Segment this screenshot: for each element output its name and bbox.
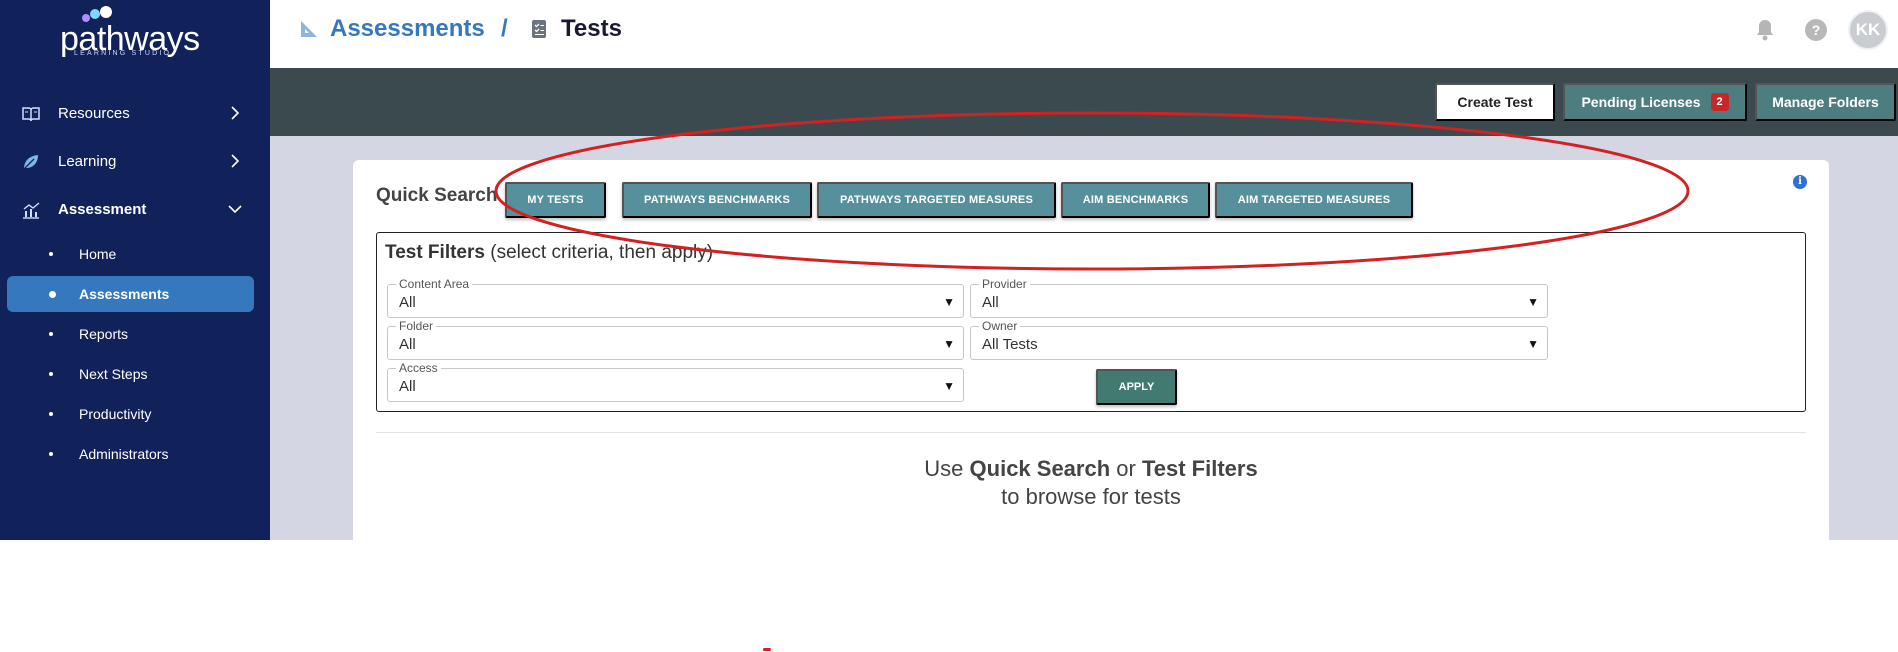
sidebar-subitem-label: Next Steps [79,366,148,382]
content-area-label: Content Area [396,277,473,291]
sidebar-subitem-reports[interactable]: Reports [0,316,270,352]
sidebar-item-resources[interactable]: Resources [0,93,270,133]
sidebar: pathways LEARNING STUDIO Resources Learn… [0,0,270,540]
bullet-icon [49,372,53,376]
manage-folders-button[interactable]: Manage Folders [1755,83,1896,121]
quick-search-pathways-targeted-measures[interactable]: PATHWAYS TARGETED MEASURES [817,182,1056,218]
manage-folders-label: Manage Folders [1772,94,1879,110]
test-filters-panel: Test Filters (select criteria, then appl… [376,232,1806,412]
owner-label: Owner [979,319,1021,333]
quick-search-my-tests[interactable]: MY TESTS [505,182,606,218]
provider-select[interactable]: Provider All ▼ [970,277,1548,318]
quick-search-aim-targeted-measures[interactable]: AIM TARGETED MEASURES [1215,182,1413,218]
browse-quick-search: Quick Search [969,456,1111,481]
filters-title-bold: Test Filters [385,242,485,263]
browse-or: or [1110,456,1142,481]
main-content: Quick Search MY TESTS PATHWAYS BENCHMARK… [270,136,1898,540]
owner-select[interactable]: Owner All Tests ▼ [970,319,1548,360]
chart-icon [23,202,40,219]
apply-filters-button[interactable]: APPLY [1096,369,1177,405]
access-value: All [399,378,416,395]
sidebar-subitem-productivity[interactable]: Productivity [0,396,270,432]
content-area-select[interactable]: Content Area All ▼ [387,277,964,318]
tests-card: Quick Search MY TESTS PATHWAYS BENCHMARK… [353,160,1829,540]
sidebar-subitem-label: Productivity [79,406,152,422]
sidebar-subitem-administrators[interactable]: Administrators [0,436,270,472]
bullet-icon [49,252,53,256]
sidebar-item-label: Resources [58,104,130,122]
bullet-icon [49,332,53,336]
notification-bell-icon[interactable] [1754,18,1776,42]
quick-search-pathways-benchmarks[interactable]: PATHWAYS BENCHMARKS [622,182,812,218]
browse-test-filters: Test Filters [1141,456,1258,481]
bullet-icon [49,291,56,298]
pending-licenses-button[interactable]: Pending Licenses 2 [1563,83,1747,121]
user-avatar[interactable]: KK [1848,10,1888,50]
test-filters-title: Test Filters (select criteria, then appl… [385,242,713,264]
access-label: Access [396,361,441,375]
access-select[interactable]: Access All ▼ [387,361,964,402]
apply-label: APPLY [1118,381,1155,393]
sidebar-item-label: Learning [58,152,117,170]
action-toolbar: Create Test Pending Licenses 2 Manage Fo… [270,68,1898,136]
book-icon [22,107,40,122]
page-title: Tests [561,15,622,42]
sidebar-subitem-next-steps[interactable]: Next Steps [0,356,270,392]
pending-licenses-label: Pending Licenses [1581,94,1701,110]
quick-search-aim-benchmarks[interactable]: AIM BENCHMARKS [1061,182,1210,218]
quick-search-label: Quick Search [376,185,498,206]
ruler-triangle-icon [301,21,317,37]
sidebar-subitem-assessments[interactable]: Assessments [7,276,254,312]
provider-value: All [982,294,999,311]
owner-value: All Tests [982,336,1038,353]
folder-label: Folder [396,319,437,333]
browse-hint-line1: Use Quick Search or Test Filters [353,456,1829,482]
sidebar-item-assessment[interactable]: Assessment [0,189,270,229]
pathways-logo[interactable]: pathways LEARNING STUDIO [58,6,208,58]
checklist-icon [532,20,546,38]
sidebar-subitem-home[interactable]: Home [0,236,270,272]
top-header: Assessments / Tests ? KK [270,0,1898,68]
dropdown-arrow-icon: ▼ [1527,295,1539,309]
browse-hint-line2: to browse for tests [1001,484,1181,509]
sidebar-item-learning[interactable]: Learning [0,141,270,181]
app-window: pathways LEARNING STUDIO Resources Learn… [0,0,1898,540]
create-test-button[interactable]: Create Test [1435,83,1555,121]
dropdown-arrow-icon: ▼ [1527,337,1539,351]
chevron-right-icon [231,106,240,120]
sidebar-item-label: Assessment [58,200,147,218]
sidebar-subitem-label: Home [79,246,117,262]
bullet-icon [49,452,53,456]
chevron-right-icon [231,154,240,168]
info-icon[interactable]: i [1793,175,1807,189]
folder-value: All [399,336,416,353]
chevron-down-icon [228,205,242,214]
section-divider [376,432,1806,433]
create-test-label: Create Test [1457,94,1533,110]
dropdown-arrow-icon: ▼ [943,379,955,393]
filters-title-hint: (select criteria, then apply) [484,242,714,263]
folder-select[interactable]: Folder All ▼ [387,319,964,360]
leaf-icon [23,155,38,170]
breadcrumb-separator: / [501,15,508,42]
browse-use: Use [924,456,970,481]
sidebar-subitem-label: Assessments [79,286,170,302]
annotation-mark [763,648,771,651]
dropdown-arrow-icon: ▼ [943,295,955,309]
sidebar-subitem-label: Administrators [79,446,169,462]
logo-subtitle: LEARNING STUDIO [74,50,172,57]
content-area-value: All [399,294,416,311]
bullet-icon [49,412,53,416]
provider-label: Provider [979,277,1030,291]
dropdown-arrow-icon: ▼ [943,337,955,351]
sidebar-subitem-label: Reports [79,326,129,342]
breadcrumb-assessments-link[interactable]: Assessments [330,15,485,43]
pending-count-badge: 2 [1710,93,1729,111]
help-icon[interactable]: ? [1805,19,1827,41]
